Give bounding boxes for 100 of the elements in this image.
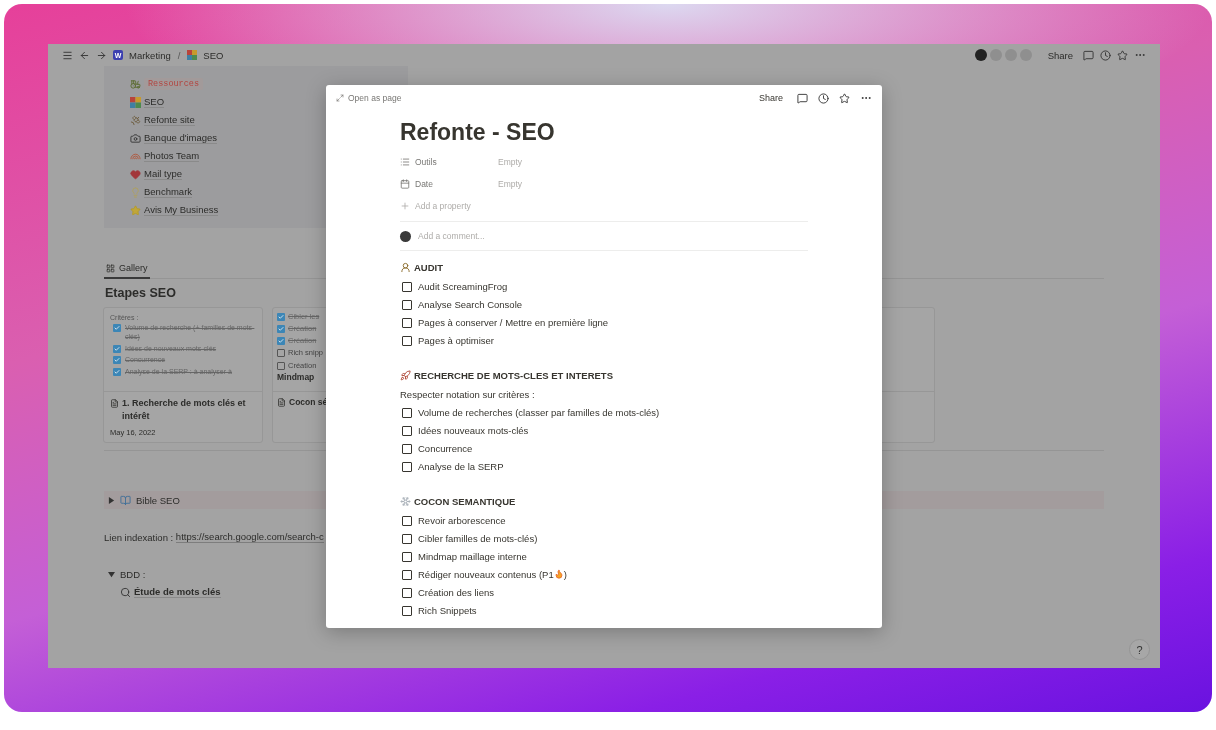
checkbox[interactable] [402, 425, 412, 436]
page-link[interactable]: Mail type [144, 168, 182, 180]
todo-text: Audit ScreamingFrog [418, 280, 508, 292]
checkbox[interactable] [277, 349, 285, 358]
checkbox[interactable] [402, 533, 412, 544]
star-icon[interactable] [839, 92, 850, 104]
comment-icon[interactable] [1083, 49, 1094, 61]
todo-text: Mindmap maillage interne [418, 550, 527, 562]
checkbox[interactable] [402, 515, 412, 526]
page-link[interactable]: Benchmark [144, 186, 193, 198]
grid-icon [106, 263, 115, 273]
url-link[interactable]: https://search.google.com/search-c [175, 531, 324, 543]
plus-icon [400, 201, 410, 211]
todo-text: Concurrence [418, 442, 473, 454]
checkbox[interactable] [402, 569, 412, 580]
comment-icon[interactable] [797, 92, 808, 104]
checkbox[interactable] [113, 356, 121, 365]
person-icon [400, 261, 411, 273]
colorful-square-icon [130, 96, 141, 108]
page-icon [110, 399, 119, 408]
checkbox[interactable] [402, 281, 412, 292]
todo-text: Idées nouveaux mots-clés [418, 424, 529, 436]
page-link[interactable]: Banque d'images [144, 132, 218, 144]
checkbox[interactable] [113, 367, 121, 376]
back-arrow-icon[interactable] [79, 49, 90, 61]
checkbox[interactable] [402, 461, 412, 472]
camera-icon [130, 132, 141, 144]
checkbox[interactable] [113, 344, 121, 353]
todo-text: Cibler familles de mots-clés) [418, 532, 538, 544]
tractor-icon [130, 78, 141, 90]
todo-text: Revoir arborescence [418, 514, 506, 526]
colorful-square-icon [187, 50, 198, 60]
view-tab[interactable]: Gallery [104, 260, 150, 279]
share-button[interactable]: Share [754, 93, 787, 103]
checkbox[interactable] [402, 587, 412, 598]
page-link[interactable]: Avis My Business [144, 204, 219, 216]
todo-text: Rédiger nouveaux contenus (P1 ) [418, 568, 567, 580]
toggle-arrow-icon[interactable] [108, 570, 115, 578]
checkbox[interactable] [402, 335, 412, 346]
checkbox[interactable] [277, 361, 285, 370]
todo-text: Analyse de la SERP [418, 460, 504, 472]
search-icon [120, 586, 131, 598]
page-link[interactable]: Photos Team [144, 150, 200, 162]
checkbox[interactable] [402, 605, 412, 616]
heart-icon [130, 168, 141, 180]
clock-icon[interactable] [1100, 49, 1111, 61]
section-heading: COCON SEMANTIQUE [414, 495, 516, 507]
property-label[interactable]: Date [400, 179, 498, 189]
clock-icon[interactable] [818, 92, 829, 104]
breadcrumb-link[interactable]: Marketing [129, 49, 171, 61]
preview-text: Mindmap [277, 371, 315, 382]
breadcrumb-separator: / [177, 49, 181, 61]
avatar [400, 230, 411, 242]
rocket-icon [400, 369, 411, 381]
open-as-page-button[interactable]: Open as page [336, 93, 402, 103]
checkbox[interactable] [402, 317, 412, 328]
menu-icon[interactable] [62, 49, 73, 61]
checkbox[interactable] [277, 325, 285, 334]
checkbox[interactable] [277, 337, 285, 346]
toggle-arrow-icon[interactable] [108, 496, 115, 504]
todo-text: Volume de recherches (classer par familles de mots-clés) [418, 406, 660, 418]
section-heading: AUDIT [414, 261, 444, 273]
checkbox[interactable] [402, 407, 412, 418]
forward-arrow-icon[interactable] [96, 49, 107, 61]
book-icon [120, 494, 131, 506]
todo-text: Rich Snippets [418, 604, 477, 616]
page-link[interactable]: Étude de mots clés [134, 586, 221, 598]
avatar [974, 49, 987, 61]
breadcrumb-link[interactable]: SEO [203, 49, 224, 61]
page-title: Refonte - SEO [400, 118, 556, 147]
star-icon [130, 204, 141, 216]
expand-icon [336, 94, 344, 102]
property-label[interactable]: Outils [400, 157, 498, 167]
todo-text: Pages à optimiser [418, 334, 495, 346]
toggle-label: Bible SEO [136, 494, 180, 506]
section-heading: RECHERCHE DE MOTS-CLES ET INTERETS [414, 369, 613, 381]
checkbox[interactable] [113, 324, 121, 332]
checkbox[interactable] [402, 299, 412, 310]
note-text: Respecter notation sur critères : [400, 387, 536, 402]
todo-text: Analyse Search Console [418, 298, 523, 310]
lightbulb-icon [130, 186, 141, 198]
list-icon [400, 157, 410, 167]
todo-text: Pages à conserver / Mettre en première ligne [418, 316, 609, 328]
checkbox[interactable] [402, 551, 412, 562]
help-button[interactable]: ? [1129, 639, 1150, 660]
calendar-icon [400, 179, 410, 189]
page-icon [277, 398, 286, 407]
todo-text: Création des liens [418, 586, 495, 598]
share-button[interactable]: Share [1043, 49, 1077, 61]
page-link[interactable]: Refonte site [144, 114, 195, 126]
section-heading: Etapes SEO [105, 286, 176, 300]
checkbox[interactable] [277, 313, 285, 321]
link-label: Lien indexation : [104, 531, 175, 543]
toggle-label: BDD : [120, 568, 146, 580]
card-title: 1. Recherche de mots clés et intérêt [122, 397, 247, 424]
satellite-icon [130, 114, 141, 126]
checkbox[interactable] [402, 443, 412, 454]
star-icon[interactable] [1117, 49, 1128, 61]
page-link[interactable]: SEO [144, 96, 165, 108]
flame-icon [553, 569, 564, 579]
